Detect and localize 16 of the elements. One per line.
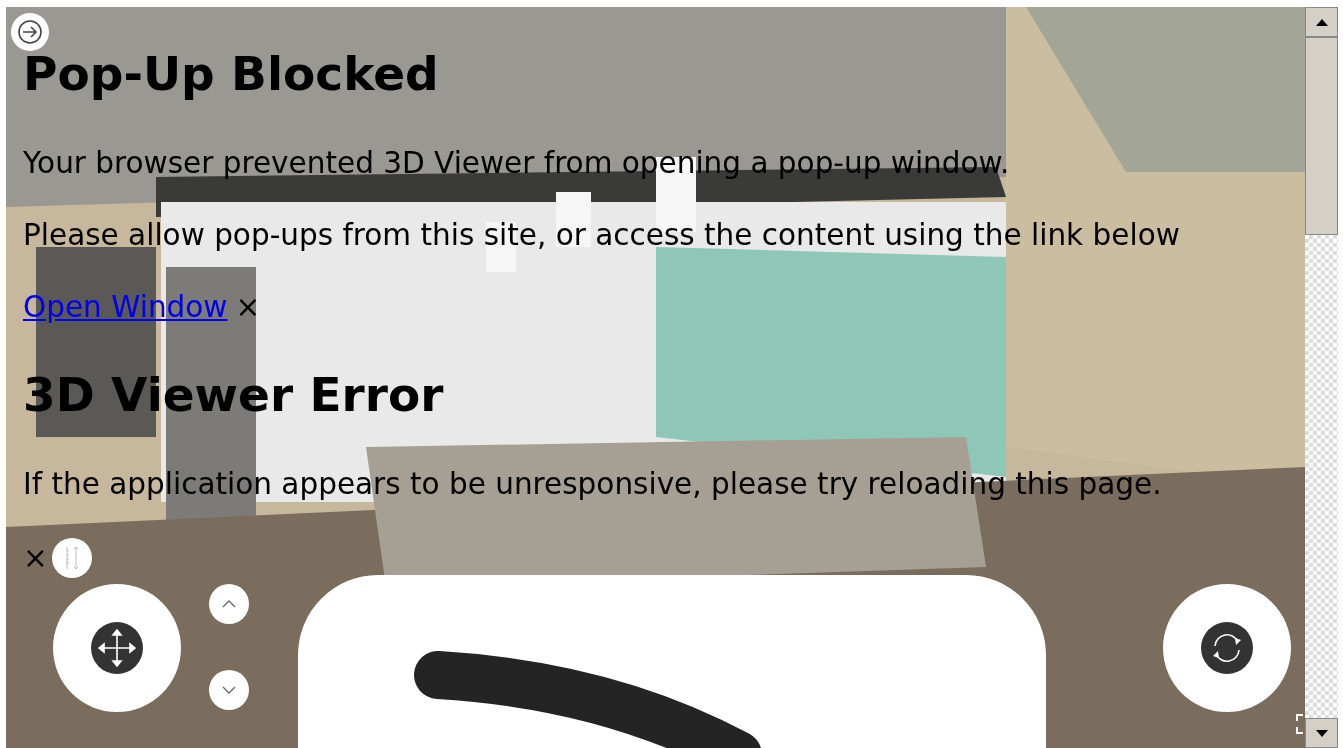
chevron-up-icon: [222, 600, 236, 608]
arrow-right-icon: [18, 20, 42, 44]
scroll-thumb[interactable]: [1305, 37, 1338, 235]
rotate-icon: [1201, 622, 1253, 674]
close-button[interactable]: ×: [235, 289, 261, 325]
popup-instruction: Please allow pop-ups from this site, or access the content using the link below: [23, 217, 1181, 253]
close-button[interactable]: ×: [23, 540, 48, 576]
measure-icon: [63, 545, 80, 571]
move-icon: [91, 622, 143, 674]
triangle-up-icon: [1315, 18, 1328, 26]
popup-title: Pop-Up Blocked: [23, 45, 440, 103]
scroll-down-button[interactable]: [1305, 718, 1338, 748]
scroll-up-button[interactable]: [1305, 7, 1338, 37]
fullscreen-icon[interactable]: [1296, 714, 1305, 734]
triangle-down-icon: [1315, 729, 1328, 737]
chevron-down-icon: [222, 686, 236, 694]
